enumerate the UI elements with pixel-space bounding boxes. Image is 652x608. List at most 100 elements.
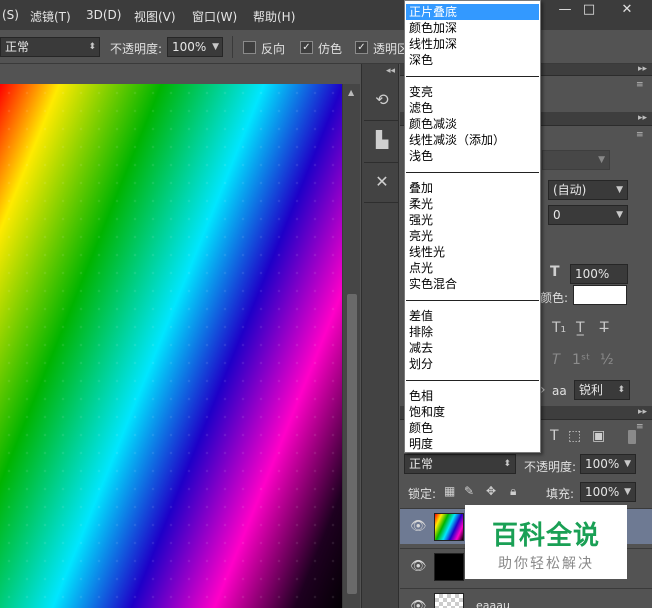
blend-option-lighten[interactable]: 变亮 [406, 84, 539, 100]
blend-option-divide[interactable]: 划分 [406, 356, 539, 372]
antialias-value: 锐利 [579, 383, 604, 397]
divider [364, 120, 398, 121]
blend-option-linear-dodge[interactable]: 线性减淡（添加） [406, 132, 539, 148]
history-icon[interactable]: ⟲ [370, 88, 394, 112]
blend-option-color-burn[interactable]: 颜色加深 [406, 20, 539, 36]
menu-help[interactable]: 帮助(H) [253, 8, 295, 25]
layer-opacity-label: 不透明度: [524, 460, 577, 474]
lock-move-icon[interactable]: ✥ [486, 484, 496, 498]
panel-menu-icon[interactable]: ≡ [636, 422, 644, 432]
layer-row[interactable]: 👁︎ eaaau [400, 588, 652, 608]
blend-option-difference[interactable]: 差值 [406, 308, 539, 324]
menu-view[interactable]: 视图(V) [134, 8, 176, 25]
lock-transparent-icon[interactable]: ▦ [444, 484, 455, 498]
blend-option-saturation[interactable]: 饱和度 [406, 404, 539, 420]
fill-label: 填充: [546, 487, 575, 501]
antialias-select[interactable]: 锐利 ⬍ [574, 380, 630, 400]
blend-option-luminosity[interactable]: 明度 [406, 436, 539, 452]
blend-option-pin-light[interactable]: 点光 [406, 260, 539, 276]
text-color-swatch[interactable] [573, 285, 627, 305]
menu-3d[interactable]: 3D(D) [86, 8, 121, 22]
visibility-eye-icon[interactable]: 👁︎ [410, 519, 427, 534]
expand-icon[interactable]: ▸▸ [638, 407, 647, 417]
blend-option-lighter-color[interactable]: 浅色 [406, 148, 539, 164]
canvas-vertical-scrollbar[interactable]: ▲ [342, 84, 360, 608]
tracking-select[interactable]: 0 ▼ [548, 205, 628, 225]
blend-mode-dropdown-list[interactable]: 正片叠底 颜色加深 线性加深 深色 变亮 滤色 颜色减淡 线性减淡（添加） 浅色… [404, 0, 541, 453]
tracking-value: 0 [553, 208, 561, 222]
blend-option-color-dodge[interactable]: 颜色减淡 [406, 116, 539, 132]
layer-opacity-input[interactable]: 100% ▼ [580, 454, 636, 474]
clone-source-icon[interactable]: ▙ [370, 128, 394, 152]
expand-icon[interactable]: ▸▸ [638, 64, 647, 74]
blend-option-linear-burn[interactable]: 线性加深 [406, 36, 539, 52]
chevron-down-icon[interactable]: ▼ [624, 455, 631, 473]
shape-filter-icon[interactable]: ⬚ [568, 428, 581, 444]
lock-paint-icon[interactable]: ✎ [464, 484, 474, 498]
blend-option-hard-light[interactable]: 强光 [406, 212, 539, 228]
blend-option-overlay[interactable]: 叠加 [406, 180, 539, 196]
opacity-label: 不透明度: [110, 42, 163, 56]
subscript-icon[interactable]: T₁ [552, 320, 566, 336]
italic-icon[interactable]: 𝑇 [552, 352, 561, 368]
chevron-down-icon: ▼ [598, 155, 605, 165]
visibility-eye-icon[interactable]: 👁︎ [410, 599, 427, 608]
reverse-label: 反向 [261, 42, 286, 56]
visibility-eye-icon[interactable]: 👁︎ [410, 559, 427, 574]
reverse-checkbox[interactable] [243, 41, 256, 54]
fill-input[interactable]: 100% ▼ [580, 482, 636, 502]
scroll-up-icon[interactable]: ▲ [348, 88, 354, 97]
blend-option-hard-mix[interactable]: 实色混合 [406, 276, 539, 292]
blend-option-linear-light[interactable]: 线性光 [406, 244, 539, 260]
watermark-subtitle: 助你轻松解决 [498, 556, 594, 572]
panel-menu-icon[interactable]: ≡ [636, 80, 644, 90]
text-layer-filter-icon[interactable]: T [550, 428, 559, 444]
chevron-down-icon[interactable]: ▼ [212, 38, 219, 56]
blend-option-vivid-light[interactable]: 亮光 [406, 228, 539, 244]
blend-option-color[interactable]: 颜色 [406, 420, 539, 436]
leading-select[interactable]: (自动) ▼ [548, 180, 628, 200]
menu-filter[interactable]: 滤镜(T) [30, 8, 71, 25]
transparency-checkbox[interactable]: ✓ [355, 41, 368, 54]
watermark-logo: 百科全说 助你轻松解决 [465, 505, 627, 579]
color-label: 颜色: [540, 291, 569, 305]
menu-window[interactable]: 窗口(W) [192, 8, 237, 25]
scrollbar-thumb[interactable] [347, 294, 357, 594]
panel-menu-icon[interactable]: ≡ [636, 130, 644, 140]
blend-option-exclusion[interactable]: 排除 [406, 324, 539, 340]
font-size-select[interactable]: ▼ [542, 150, 610, 170]
smart-object-filter-icon[interactable]: ▣ [592, 428, 605, 444]
panel-icon-strip: ◂◂ ⟲ ▙ ✕ [361, 64, 399, 608]
chevron-down-icon[interactable]: ▼ [624, 483, 631, 501]
tools-icon[interactable]: ✕ [370, 170, 394, 194]
menu-select[interactable]: (S) [2, 8, 19, 22]
dither-checkbox[interactable]: ✓ [300, 41, 313, 54]
blend-option-hue[interactable]: 色相 [406, 388, 539, 404]
blend-option-screen[interactable]: 滤色 [406, 100, 539, 116]
layer-opacity-value: 100% [585, 457, 620, 471]
document-canvas[interactable] [0, 84, 342, 608]
ordinal-icon[interactable]: 1ˢᵗ [572, 352, 590, 368]
gradient-mode-select[interactable]: 正常 ⬍ [0, 37, 100, 57]
blend-option-multiply[interactable]: 正片叠底 [406, 4, 539, 20]
layer-blend-mode-select[interactable]: 正常 ⬍ [404, 454, 516, 474]
collapse-icon[interactable]: ◂◂ [386, 66, 395, 76]
layer-mode-value: 正常 [409, 457, 434, 471]
close-icon[interactable]: ✕ [610, 0, 644, 22]
layer-name[interactable]: eaaau [476, 599, 510, 608]
blend-option-darker-color[interactable]: 深色 [406, 52, 539, 68]
expand-icon[interactable]: ▸▸ [638, 113, 647, 123]
blend-option-soft-light[interactable]: 柔光 [406, 196, 539, 212]
lock-all-icon[interactable]: 🔒︎ [510, 484, 516, 499]
strikethrough-icon[interactable]: T̶ [600, 320, 609, 336]
blend-option-subtract[interactable]: 减去 [406, 340, 539, 356]
watermark-title: 百科全说 [491, 521, 600, 551]
horizontal-scale-input[interactable]: 100% [570, 264, 628, 284]
maximize-icon[interactable]: □ [572, 0, 606, 22]
dither-label: 仿色 [318, 42, 343, 56]
filter-toggle[interactable] [628, 430, 636, 444]
fraction-icon[interactable]: ½ [600, 352, 614, 368]
opacity-input[interactable]: 100% ▼ [167, 37, 223, 57]
divider [406, 300, 539, 301]
underline-icon[interactable]: T̲ [576, 320, 585, 336]
